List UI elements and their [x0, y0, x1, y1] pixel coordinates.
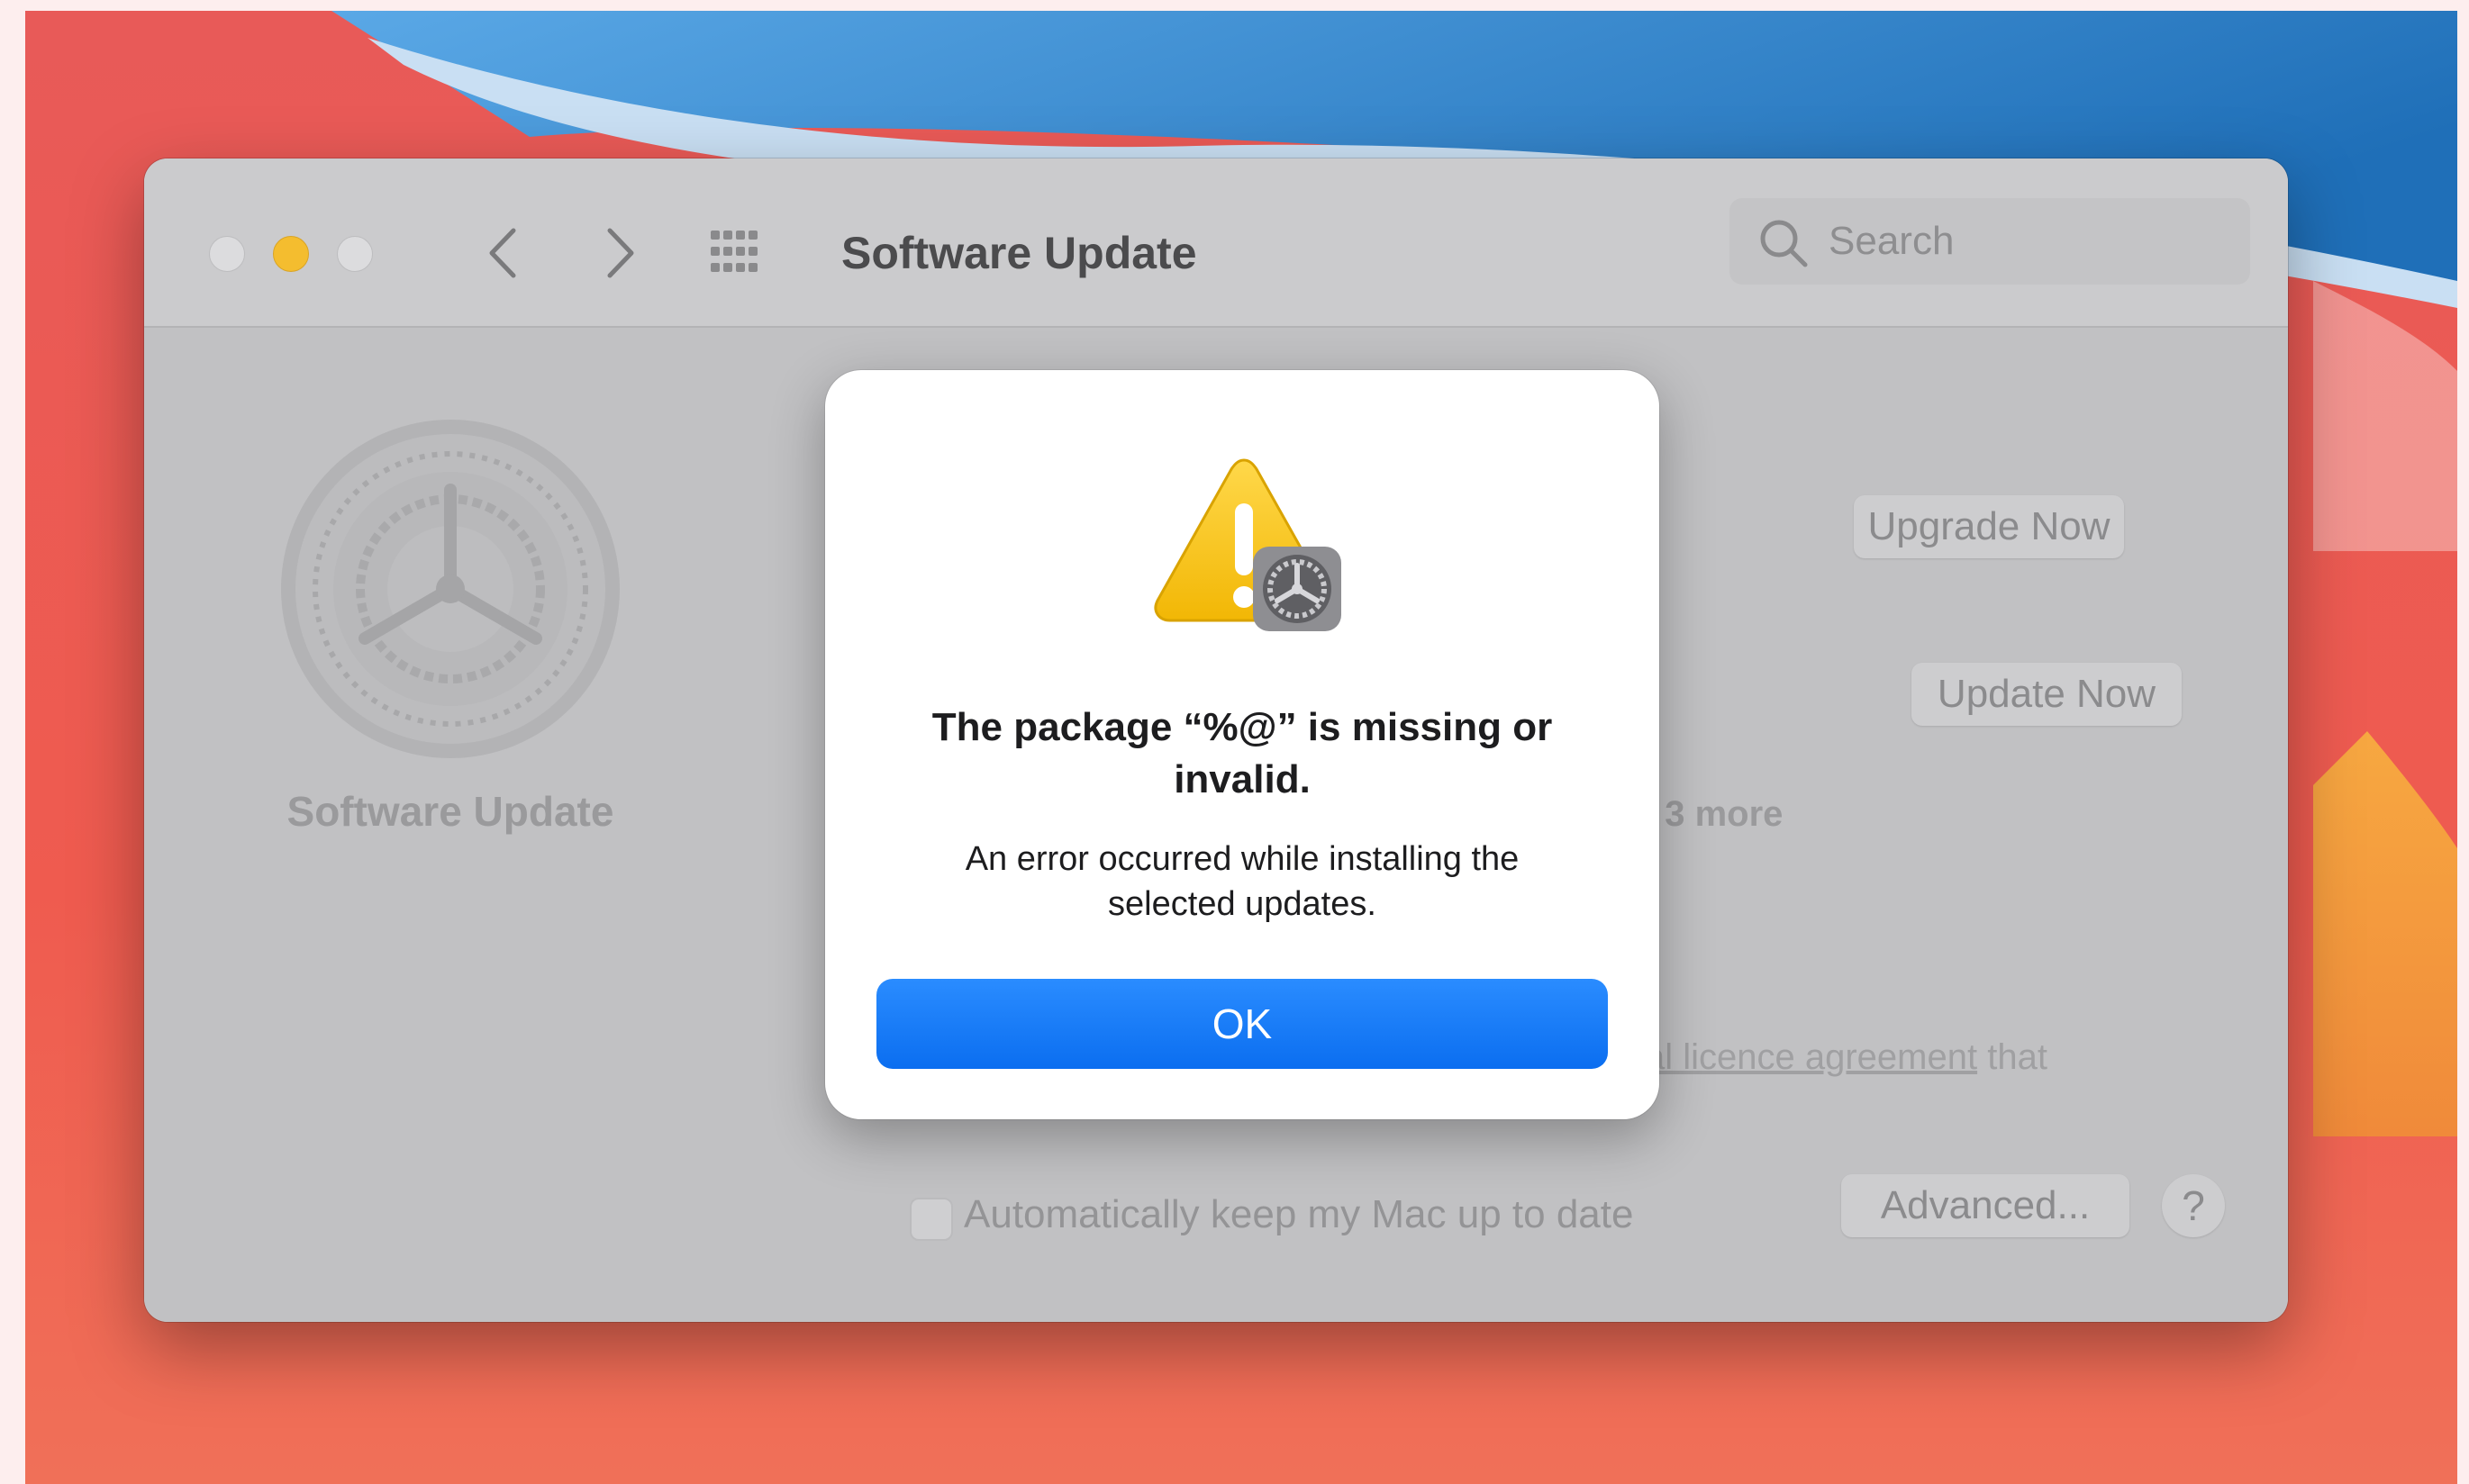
back-button[interactable]	[477, 223, 531, 283]
minimize-window-button[interactable]	[273, 236, 309, 272]
upgrade-now-button[interactable]: Upgrade Now	[1854, 495, 2124, 558]
alert-title: The package “%@” is missing or invalid.	[931, 705, 1553, 801]
ok-button[interactable]: OK	[876, 979, 1608, 1069]
search-icon	[1760, 220, 1808, 267]
alert-message: An error occurred while installing the s…	[965, 840, 1520, 923]
advanced-button[interactable]: Advanced...	[1841, 1174, 2129, 1237]
auto-update-checkbox[interactable]	[910, 1198, 953, 1241]
error-alert-dialog: The package “%@” is missing or invalid. …	[825, 370, 1659, 1119]
more-updates-text: l 3 more	[1645, 794, 1784, 834]
forward-button[interactable]	[592, 223, 646, 283]
help-button[interactable]: ?	[2162, 1174, 2225, 1237]
sidebar-label: Software Update	[286, 788, 614, 835]
zoom-window-button[interactable]	[337, 236, 373, 272]
licence-agreement-link[interactable]: al licence agreement	[1645, 1037, 1977, 1077]
update-now-button[interactable]: Update Now	[1911, 663, 2182, 726]
show-all-button[interactable]	[707, 222, 770, 285]
licence-line: al licence agreement that	[1645, 1037, 2047, 1078]
grid-icon	[711, 231, 758, 272]
gear-badge-icon	[1253, 547, 1341, 631]
gear-icon	[281, 420, 620, 758]
warning-icon	[1154, 458, 1341, 631]
titlebar: Software Update Search	[144, 158, 2288, 328]
close-window-button[interactable]	[209, 236, 245, 272]
auto-update-label: Automatically keep my Mac up to date	[964, 1192, 1634, 1236]
licence-suffix: that	[1977, 1037, 2047, 1077]
forward-chevron-icon	[607, 228, 634, 278]
search-field[interactable]: Search	[1729, 198, 2250, 285]
back-chevron-icon	[489, 228, 516, 278]
search-placeholder: Search	[1829, 219, 1955, 263]
window-title: Software Update	[841, 228, 1197, 278]
